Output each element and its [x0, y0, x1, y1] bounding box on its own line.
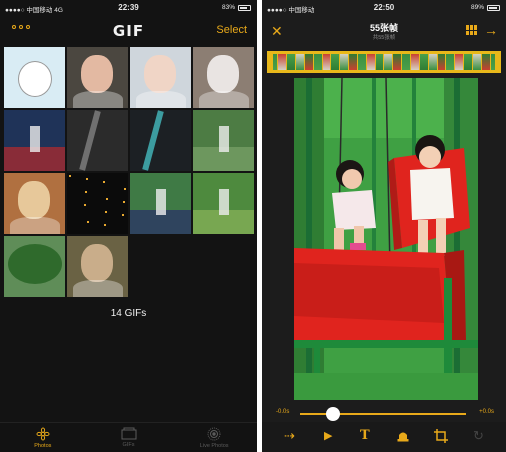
tab-gifs[interactable]: GIFs — [86, 423, 172, 452]
speed-max-label: +0.0s — [479, 409, 494, 415]
play-icon[interactable]: ▶ — [324, 428, 332, 444]
tab-label: Photos — [34, 443, 52, 449]
frame-thumbnail — [357, 54, 366, 70]
next-arrow-icon[interactable]: → — [484, 22, 498, 38]
frame-thumbnail — [331, 54, 340, 70]
tab-bar: Photos GIFs Live Photos — [0, 422, 257, 452]
frame-thumbnail — [375, 54, 384, 70]
frames-grid-icon[interactable] — [466, 25, 477, 35]
gif-library-screen: ●●●●○ 中国移动 4G 22:39 83% GIF Select 14 GI… — [0, 0, 257, 452]
gif-count: 14 GIFs — [110, 308, 147, 319]
gif-thumbnail-woman-portrait[interactable] — [67, 47, 128, 108]
frame-thumbnail — [366, 54, 375, 70]
trim-end-handle[interactable] — [495, 53, 499, 71]
frame-thumbnail — [446, 54, 455, 70]
stamp-icon[interactable] — [396, 429, 410, 447]
frame-thumbnail — [313, 54, 322, 70]
speed-slider-row: -0.0s +0.0s — [262, 405, 506, 421]
crop-icon[interactable] — [434, 429, 448, 447]
gif-thumbnail-trees[interactable] — [4, 236, 65, 297]
tab-label: Live Photos — [199, 443, 229, 449]
editor-header: ✕ 55张帧 共55张帧 → — [262, 16, 506, 50]
frame-thumbnail — [464, 54, 472, 70]
live-photo-icon — [207, 427, 221, 441]
frame-thumbnail — [287, 54, 296, 70]
tab-label: GIFs — [122, 442, 135, 448]
battery-percent: 89% — [470, 4, 484, 11]
app-header: GIF Select — [0, 16, 257, 46]
speed-slider-knob[interactable] — [326, 407, 341, 421]
frame-thumbnail — [437, 54, 446, 70]
frame-thumbnail — [455, 54, 464, 70]
gif-grid — [4, 47, 255, 297]
frame-thumbnail — [384, 54, 393, 70]
frame-thumbnail — [340, 54, 349, 70]
frame-thumbnail — [402, 54, 410, 70]
gif-thumbnail-football-field[interactable] — [193, 110, 254, 171]
gif-thumbnail-cartoon-cat-sticker[interactable] — [4, 47, 65, 108]
status-bar: ●●●●○ 中国移动 22:50 89% — [262, 0, 506, 16]
gif-thumbnail-soccer-player[interactable] — [130, 173, 191, 234]
gif-preview — [294, 78, 478, 400]
status-bar: ●●●●○ 中国移动 4G 22:39 83% — [0, 0, 257, 16]
tab-photos[interactable]: Photos — [0, 423, 86, 452]
gif-thumbnail-blond-man[interactable] — [4, 173, 65, 234]
gif-thumbnail-soccer-match[interactable] — [193, 173, 254, 234]
gif-thumbnail-dark-abstract-cyan[interactable] — [130, 110, 191, 171]
frame-thumbnail — [278, 54, 287, 70]
gif-thumbnail-dark-abstract[interactable] — [67, 110, 128, 171]
frame-strip[interactable] — [267, 51, 501, 73]
gif-thumbnail-woman-portrait[interactable] — [193, 47, 254, 108]
frame-thumbnail — [349, 54, 357, 70]
gif-thumbnail-woman-portrait[interactable] — [130, 47, 191, 108]
battery-icon — [238, 4, 251, 11]
tab-live-photos[interactable]: Live Photos — [171, 423, 257, 452]
frame-thumbnail — [296, 54, 304, 70]
frame-thumbnail — [481, 54, 490, 70]
speed-min-label: -0.0s — [276, 409, 290, 415]
frame-thumbnail — [411, 54, 419, 70]
clock: 22:39 — [118, 3, 139, 12]
speed-slider[interactable] — [300, 407, 466, 421]
gif-editor-screen: ●●●●○ 中国移动 22:50 89% ✕ 55张帧 共55张帧 → -0.0… — [262, 0, 506, 452]
direction-arrow-icon[interactable]: ⇢ — [284, 428, 295, 444]
gif-thumbnail-football-crowd[interactable] — [4, 110, 65, 171]
trim-start-handle[interactable] — [269, 53, 273, 71]
text-icon[interactable]: T — [360, 428, 370, 444]
battery-icon — [487, 4, 500, 11]
frame-thumbnail — [322, 54, 331, 70]
editor-toolbar: ⇢ ▶ T ↻ — [262, 422, 506, 452]
select-button[interactable]: Select — [216, 24, 247, 36]
gif-thumbnail-man-portrait[interactable] — [67, 236, 128, 297]
folder-icon — [121, 427, 136, 440]
playground-swing-image — [294, 78, 478, 400]
frame-thumbnail — [428, 54, 437, 70]
frame-thumbnail — [304, 54, 313, 70]
frame-thumbnail — [419, 54, 428, 70]
clock: 22:50 — [373, 3, 395, 12]
battery-percent: 83% — [221, 4, 235, 11]
frame-thumbnail — [393, 54, 402, 70]
flower-icon — [36, 427, 50, 441]
frame-thumbnail — [472, 54, 481, 70]
gif-thumbnail-night-sparkles[interactable] — [67, 173, 128, 234]
rotate-icon[interactable]: ↻ — [473, 428, 484, 444]
